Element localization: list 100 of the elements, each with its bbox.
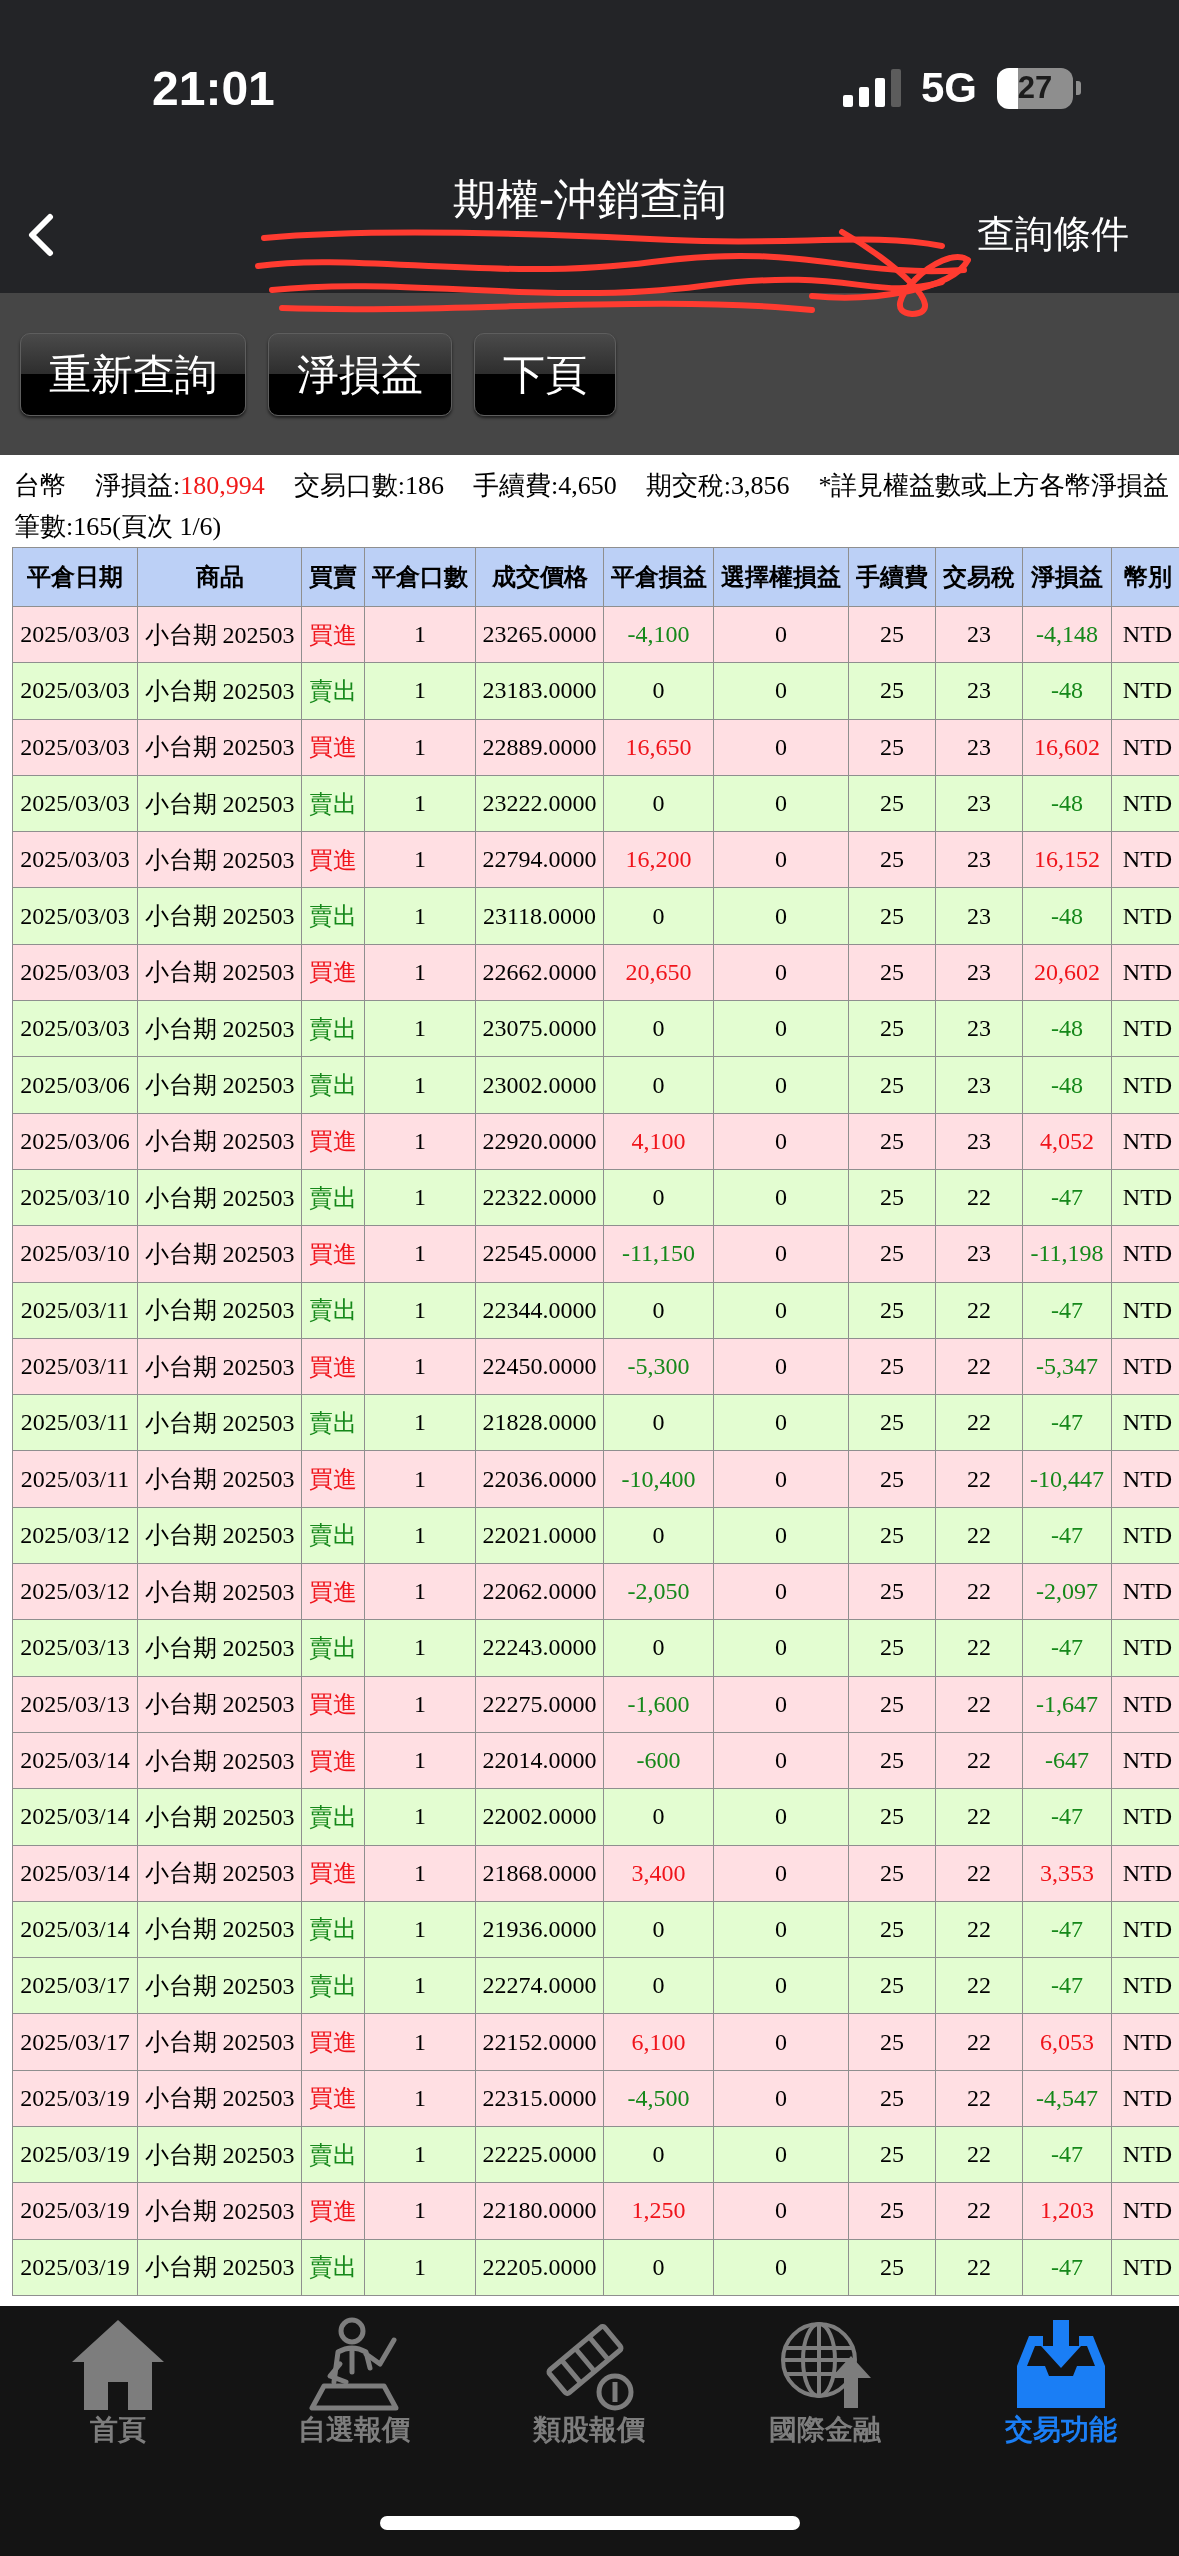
column-header: 商品 — [138, 548, 301, 606]
currency-cell: NTD — [1112, 1395, 1179, 1451]
currency-cell: NTD — [1112, 1732, 1179, 1789]
fee-cell: 25 — [849, 1001, 935, 1057]
tax-cell: 22 — [936, 2239, 1022, 2295]
close-pnl-cell: -2,050 — [604, 1564, 713, 1620]
price-cell: 22275.0000 — [476, 1676, 603, 1732]
side-cell: 買進 — [302, 1113, 364, 1169]
net-pnl-cell: -4,148 — [1023, 607, 1111, 663]
option-pnl-cell: 0 — [714, 663, 848, 719]
side-cell: 賣出 — [302, 1057, 364, 1113]
option-pnl-cell: 0 — [714, 775, 848, 832]
quantity-cell: 1 — [365, 1282, 475, 1338]
close-pnl-cell: 0 — [604, 663, 713, 719]
quantity-cell: 1 — [365, 1057, 475, 1113]
net-pnl-cell: 16,152 — [1023, 832, 1111, 888]
tax-cell: 22 — [936, 1507, 1022, 1564]
toolbar-button[interactable]: 淨損益 — [268, 333, 452, 416]
price-cell: 23265.0000 — [476, 607, 603, 663]
product-cell: 小台期 202503 — [138, 1789, 301, 1845]
quantity-cell: 1 — [365, 1620, 475, 1676]
nav-tab[interactable]: 交易功能 — [1005, 2316, 1118, 2448]
back-button[interactable] — [27, 212, 55, 257]
fee-cell: 25 — [849, 1169, 935, 1226]
quantity-cell: 1 — [365, 2014, 475, 2070]
option-pnl-cell: 0 — [714, 2183, 848, 2239]
date-cell: 2025/03/10 — [13, 1169, 137, 1226]
column-header: 交易稅 — [936, 548, 1022, 606]
close-pnl-cell: 0 — [604, 1620, 713, 1676]
product-cell: 小台期 202503 — [138, 888, 301, 944]
date-cell: 2025/03/11 — [13, 1338, 137, 1395]
price-cell: 23183.0000 — [476, 663, 603, 719]
date-cell: 2025/03/12 — [13, 1564, 137, 1620]
fee-cell: 25 — [849, 1057, 935, 1113]
nav-tab[interactable]: 自選報價 — [297, 2316, 410, 2448]
close-pnl-cell: -5,300 — [604, 1338, 713, 1395]
quantity-cell: 1 — [365, 1676, 475, 1732]
column-header: 手續費 — [849, 548, 935, 606]
side-cell: 買進 — [302, 2070, 364, 2126]
option-pnl-cell: 0 — [714, 1958, 848, 2014]
price-cell: 22274.0000 — [476, 1958, 603, 2014]
net-pnl-cell: -48 — [1023, 663, 1111, 719]
option-pnl-cell: 0 — [714, 2014, 848, 2070]
side-cell: 買進 — [302, 944, 364, 1001]
tax-cell: 23 — [936, 1226, 1022, 1282]
close-pnl-cell: 0 — [604, 2239, 713, 2295]
net-pnl-cell: -48 — [1023, 1057, 1111, 1113]
nav-tab[interactable]: 國際金融 — [769, 2316, 882, 2448]
net-pnl-cell: 3,353 — [1023, 1845, 1111, 1901]
product-cell: 小台期 202503 — [138, 719, 301, 775]
side-cell: 賣出 — [302, 775, 364, 832]
toolbar-button[interactable]: 下頁 — [474, 333, 616, 416]
fee-cell: 25 — [849, 719, 935, 775]
nav-tab[interactable]: 首頁 — [69, 2316, 166, 2448]
option-pnl-cell: 0 — [714, 2070, 848, 2126]
option-pnl-cell: 0 — [714, 832, 848, 888]
date-cell: 2025/03/06 — [13, 1113, 137, 1169]
nav-tab[interactable]: 類股報價 — [533, 2316, 646, 2448]
option-pnl-cell: 0 — [714, 1113, 848, 1169]
tax-cell: 23 — [936, 1001, 1022, 1057]
currency-cell: NTD — [1112, 2183, 1179, 2239]
date-cell: 2025/03/11 — [13, 1395, 137, 1451]
price-cell: 22662.0000 — [476, 944, 603, 1001]
net-pnl-cell: -47 — [1023, 1507, 1111, 1564]
fee-cell: 25 — [849, 775, 935, 832]
currency-cell: NTD — [1112, 1282, 1179, 1338]
net-pnl-cell: -2,097 — [1023, 1564, 1111, 1620]
net-pnl-cell: -47 — [1023, 1282, 1111, 1338]
close-pnl-cell: 0 — [604, 1282, 713, 1338]
side-cell: 買進 — [302, 1564, 364, 1620]
currency-cell: NTD — [1112, 1958, 1179, 2014]
toolbar-button[interactable]: 重新查詢 — [20, 333, 246, 416]
option-pnl-cell: 0 — [714, 1620, 848, 1676]
quantity-cell: 1 — [365, 1564, 475, 1620]
date-cell: 2025/03/11 — [13, 1282, 137, 1338]
currency-cell: NTD — [1112, 607, 1179, 663]
close-pnl-cell: 20,650 — [604, 944, 713, 1001]
net-pnl-cell: -10,447 — [1023, 1451, 1111, 1507]
chevron-left-icon — [27, 212, 55, 257]
fee-cell: 25 — [849, 2183, 935, 2239]
query-conditions-button[interactable]: 查詢條件 — [977, 209, 1129, 260]
tax-cell: 22 — [936, 1395, 1022, 1451]
close-pnl-cell: -1,600 — [604, 1676, 713, 1732]
price-cell: 21936.0000 — [476, 1901, 603, 1958]
close-pnl-cell: 0 — [604, 1057, 713, 1113]
currency-cell: NTD — [1112, 2239, 1179, 2295]
fee-cell: 25 — [849, 2070, 935, 2126]
close-pnl-cell: 0 — [604, 888, 713, 944]
side-cell: 買進 — [302, 607, 364, 663]
quantity-cell: 1 — [365, 1845, 475, 1901]
quantity-cell: 1 — [365, 1113, 475, 1169]
close-pnl-cell: -4,100 — [604, 607, 713, 663]
option-pnl-cell: 0 — [714, 1001, 848, 1057]
price-cell: 22315.0000 — [476, 2070, 603, 2126]
tax-cell: 22 — [936, 1789, 1022, 1845]
date-cell: 2025/03/14 — [13, 1732, 137, 1789]
price-cell: 22180.0000 — [476, 2183, 603, 2239]
net-pnl-cell: -47 — [1023, 1169, 1111, 1226]
product-cell: 小台期 202503 — [138, 944, 301, 1001]
tax-cell: 22 — [936, 1958, 1022, 2014]
